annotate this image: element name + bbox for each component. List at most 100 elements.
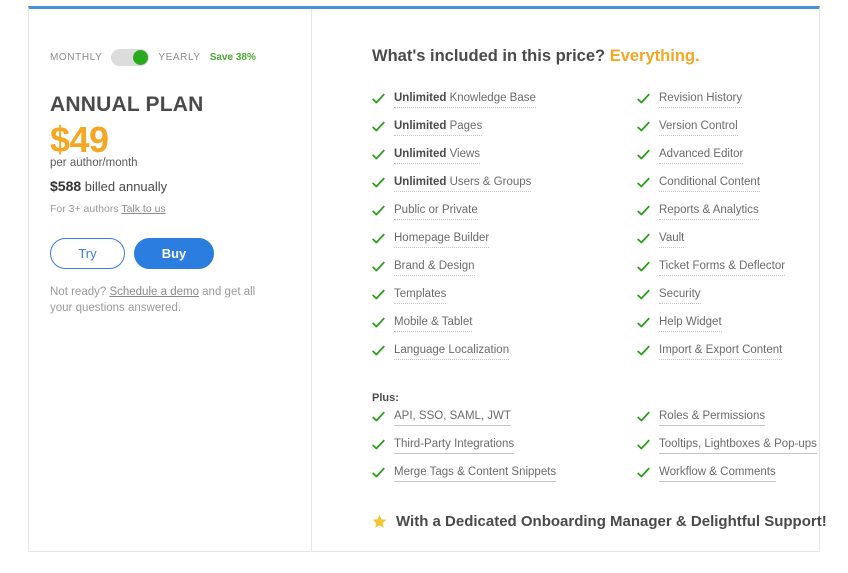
- feature-item[interactable]: Templates: [372, 287, 536, 315]
- pricing-card: MONTHLY YEARLY Save 38% ANNUAL PLAN $49 …: [28, 6, 820, 552]
- features-panel: What's included in this price? Everythin…: [312, 9, 819, 551]
- feature-label: Workflow & Comments: [659, 465, 776, 482]
- plus-column-right: Roles & Permissions Tooltips, Lightboxes …: [637, 409, 817, 493]
- feature-item[interactable]: Help Widget: [637, 315, 785, 343]
- feature-item[interactable]: API, SSO, SAML, JWT: [372, 409, 556, 437]
- buy-button[interactable]: Buy: [134, 238, 214, 269]
- feature-label: Version Control: [659, 119, 738, 136]
- feature-label: Merge Tags & Content Snippets: [394, 465, 556, 482]
- feature-item[interactable]: Reports & Analytics: [637, 203, 785, 231]
- check-icon: [637, 316, 650, 330]
- feature-item[interactable]: Language Localization: [372, 343, 536, 371]
- check-icon: [637, 120, 650, 134]
- feature-item[interactable]: Homepage Builder: [372, 231, 536, 259]
- billing-period-toggle-group[interactable]: MONTHLY YEARLY Save 38%: [50, 47, 256, 67]
- billing-toggle-switch[interactable]: [111, 49, 149, 66]
- feature-item[interactable]: Security: [637, 287, 785, 315]
- feature-column-right: Revision History Version Control Advanced …: [637, 91, 785, 371]
- feature-label: Unlimited Pages: [394, 119, 482, 136]
- check-icon: [372, 120, 385, 134]
- feature-label: API, SSO, SAML, JWT: [394, 409, 511, 426]
- save-badge: Save 38%: [210, 52, 256, 63]
- feature-item[interactable]: Brand & Design: [372, 259, 536, 287]
- talk-to-us-link[interactable]: Talk to us: [121, 203, 165, 215]
- feature-label: Templates: [394, 287, 446, 304]
- try-button[interactable]: Try: [50, 238, 125, 269]
- feature-item[interactable]: Mobile & Tablet: [372, 315, 536, 343]
- feature-item[interactable]: Unlimited Pages: [372, 119, 536, 147]
- feature-item[interactable]: Merge Tags & Content Snippets: [372, 465, 556, 493]
- feature-label: Third-Party Integrations: [394, 437, 514, 454]
- check-icon: [637, 260, 650, 274]
- toggle-label-yearly[interactable]: YEARLY: [158, 52, 200, 63]
- toggle-label-monthly[interactable]: MONTHLY: [50, 52, 102, 63]
- plan-price: $49: [50, 119, 109, 161]
- feature-label: Help Widget: [659, 315, 722, 332]
- schedule-a-demo-link[interactable]: Schedule a demo: [109, 286, 199, 298]
- check-icon: [372, 260, 385, 274]
- feature-label: Reports & Analytics: [659, 203, 759, 220]
- check-icon: [637, 410, 650, 424]
- cta-button-row: Try Buy: [50, 238, 214, 269]
- feature-item[interactable]: Version Control: [637, 119, 785, 147]
- feature-label: Language Localization: [394, 343, 509, 360]
- feature-label: Unlimited Users & Groups: [394, 175, 531, 192]
- check-icon: [637, 176, 650, 190]
- check-icon: [372, 148, 385, 162]
- feature-item[interactable]: Unlimited Users & Groups: [372, 175, 536, 203]
- features-heading-plain: What's included in this price?: [372, 47, 610, 65]
- plan-panel: MONTHLY YEARLY Save 38% ANNUAL PLAN $49 …: [29, 9, 312, 551]
- billed-annually-line: $588 billed annually: [50, 178, 167, 194]
- bulk-authors-prefix: For 3+ authors: [50, 203, 121, 215]
- feature-label: Mobile & Tablet: [394, 315, 472, 332]
- check-icon: [372, 410, 385, 424]
- feature-label: Security: [659, 287, 701, 304]
- check-icon: [372, 92, 385, 106]
- check-icon: [637, 232, 650, 246]
- feature-item[interactable]: Ticket Forms & Deflector: [637, 259, 785, 287]
- feature-label: Tooltips, Lightboxes & Pop-ups: [659, 437, 817, 454]
- demo-note-prefix: Not ready?: [50, 286, 109, 298]
- feature-item[interactable]: Conditional Content: [637, 175, 785, 203]
- feature-column-left: Unlimited Knowledge Base Unlimited Pages U…: [372, 91, 536, 371]
- feature-item[interactable]: Tooltips, Lightboxes & Pop-ups: [637, 437, 817, 465]
- feature-item[interactable]: Unlimited Views: [372, 147, 536, 175]
- check-icon: [637, 92, 650, 106]
- check-icon: [637, 438, 650, 452]
- check-icon: [637, 288, 650, 302]
- check-icon: [637, 466, 650, 480]
- check-icon: [372, 288, 385, 302]
- billed-suffix: billed annually: [81, 179, 167, 194]
- feature-item[interactable]: Revision History: [637, 91, 785, 119]
- feature-label: Roles & Permissions: [659, 409, 765, 426]
- feature-label: Homepage Builder: [394, 231, 489, 248]
- toggle-knob: [133, 50, 148, 65]
- billed-amount: $588: [50, 178, 81, 194]
- feature-item[interactable]: Public or Private: [372, 203, 536, 231]
- feature-label: Brand & Design: [394, 259, 475, 276]
- feature-label: Public or Private: [394, 203, 478, 220]
- feature-item[interactable]: Vault: [637, 231, 785, 259]
- check-icon: [372, 204, 385, 218]
- feature-label: Vault: [659, 231, 684, 248]
- feature-item[interactable]: Workflow & Comments: [637, 465, 817, 493]
- feature-label: Advanced Editor: [659, 147, 743, 164]
- plan-title: ANNUAL PLAN: [50, 93, 203, 117]
- feature-item[interactable]: Roles & Permissions: [637, 409, 817, 437]
- plus-column-left: API, SSO, SAML, JWT Third-Party Integrati…: [372, 409, 556, 493]
- feature-item[interactable]: Third-Party Integrations: [372, 437, 556, 465]
- features-heading: What's included in this price? Everythin…: [372, 47, 700, 66]
- feature-label: Revision History: [659, 91, 742, 108]
- feature-item[interactable]: Import & Export Content: [637, 343, 785, 371]
- check-icon: [637, 344, 650, 358]
- feature-label: Import & Export Content: [659, 343, 782, 360]
- schedule-demo-note: Not ready? Schedule a demo and get all y…: [50, 284, 276, 316]
- feature-label: Unlimited Views: [394, 147, 480, 164]
- feature-label: Unlimited Knowledge Base: [394, 91, 536, 108]
- onboarding-highlight: With a Dedicated Onboarding Manager & De…: [372, 513, 827, 530]
- feature-item[interactable]: Advanced Editor: [637, 147, 785, 175]
- check-icon: [637, 204, 650, 218]
- check-icon: [372, 176, 385, 190]
- features-heading-accent: Everything.: [610, 47, 700, 65]
- feature-item[interactable]: Unlimited Knowledge Base: [372, 91, 536, 119]
